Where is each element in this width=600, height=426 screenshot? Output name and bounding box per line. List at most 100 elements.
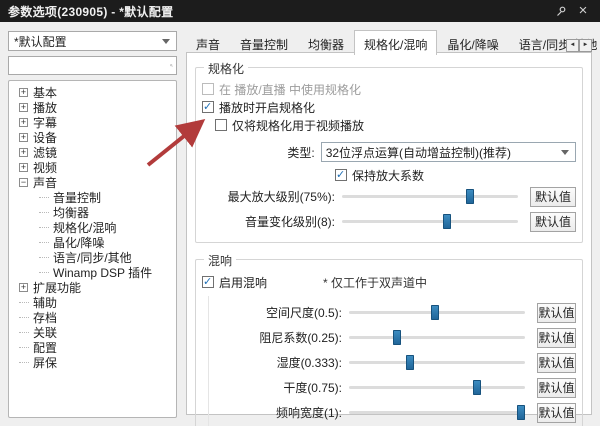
- slider-handle[interactable]: [443, 214, 451, 229]
- normalize-slider-0-label: 最大放大级别(75%):: [227, 190, 335, 204]
- reverb-slider-1-label: 阻尼系数(0.25):: [259, 331, 342, 345]
- slider-handle[interactable]: [466, 189, 474, 204]
- tree-item-均衡器[interactable]: 均衡器: [9, 205, 176, 220]
- normalize-checkbox-2-label: 仅将规格化用于视频播放: [232, 118, 365, 133]
- reverb-group: 混响 启用混响 * 仅工作于双声道中 空间尺度(0.5):默认值阻尼系数(0.2…: [195, 252, 583, 426]
- reverb-slider-2: 湿度(0.333): 默认值: [209, 350, 576, 375]
- tree-item-语言/同步/其他[interactable]: 语言/同步/其他: [9, 250, 176, 265]
- reverb-slider-1-default-button[interactable]: 默认值: [537, 327, 576, 348]
- reverb-enable-checkbox[interactable]: 启用混响: [202, 273, 267, 291]
- expand-plus-icon[interactable]: +: [19, 283, 28, 292]
- expand-plus-icon[interactable]: +: [19, 133, 28, 142]
- tree-item-播放[interactable]: + 播放: [9, 100, 176, 115]
- chevron-down-icon: [162, 38, 170, 44]
- expand-plus-icon[interactable]: +: [19, 103, 28, 112]
- search-input[interactable]: [9, 57, 170, 74]
- checkbox-icon[interactable]: [335, 168, 347, 181]
- titlebar: 参数选项(230905) - *默认配置 ×: [0, 0, 600, 22]
- reverb-slider-1-slider[interactable]: [349, 330, 525, 345]
- reverb-slider-2-slider[interactable]: [349, 355, 525, 370]
- close-icon[interactable]: ×: [576, 3, 590, 18]
- tree-item-视频[interactable]: + 视频: [9, 160, 176, 175]
- tree-item-扩展功能[interactable]: + 扩展功能: [9, 280, 176, 295]
- tree-item-规格化/混响[interactable]: 规格化/混响: [9, 220, 176, 235]
- tree-item-配置[interactable]: 配置: [9, 340, 176, 355]
- chevron-down-icon: [561, 149, 569, 155]
- reverb-slider-0-default-button[interactable]: 默认值: [537, 302, 576, 323]
- tree-item-关联[interactable]: 关联: [9, 325, 176, 340]
- normalize-checkbox-2[interactable]: 仅将规格化用于视频播放: [215, 116, 576, 134]
- expand-plus-icon[interactable]: +: [19, 88, 28, 97]
- normalize-checkbox-0[interactable]: 在 播放/直播 中使用规格化: [202, 80, 576, 98]
- slider-track: [349, 386, 525, 389]
- checkbox-icon[interactable]: [202, 275, 214, 288]
- slider-handle[interactable]: [406, 355, 414, 370]
- normalize-type-dropdown[interactable]: 32位浮点运算(自动增益控制)(推荐): [320, 142, 576, 162]
- tree-connector: [39, 196, 49, 199]
- tree-item-辅助[interactable]: 辅助: [9, 295, 176, 310]
- reverb-slider-3-label: 干度(0.75):: [283, 381, 342, 395]
- reverb-slider-0-slider[interactable]: [349, 305, 525, 320]
- tree-item-字幕[interactable]: + 字幕: [9, 115, 176, 130]
- normalize-checkbox-1[interactable]: 播放时开启规格化: [202, 98, 576, 116]
- tree-item-设备[interactable]: + 设备: [9, 130, 176, 145]
- reverb-note: * 仅工作于双声道中: [323, 275, 428, 290]
- reverb-slider-4: 频响宽度(1): 默认值: [209, 400, 576, 425]
- normalize-slider-0: 最大放大级别(75%): 默认值: [202, 184, 576, 209]
- normalize-slider-0-slider[interactable]: [342, 189, 518, 204]
- tree-connector: [39, 211, 49, 214]
- collapse-minus-icon[interactable]: −: [19, 178, 28, 187]
- type-label: 类型:: [287, 145, 315, 160]
- tab-声音[interactable]: 声音: [186, 30, 230, 53]
- normalize-slider-0-default-button[interactable]: 默认值: [530, 186, 576, 207]
- preferences-window: 参数选项(230905) - *默认配置 × *默认配置 + 基本 + 播放 + 字幕 + 设…: [0, 0, 600, 426]
- expand-plus-icon[interactable]: +: [19, 118, 28, 127]
- normalize-slider-1-slider[interactable]: [342, 214, 518, 229]
- reverb-slider-3-slider[interactable]: [349, 380, 525, 395]
- tab-scroll-right-button[interactable]: ►: [579, 39, 592, 52]
- normalize-group-title: 规格化: [204, 60, 249, 77]
- slider-handle[interactable]: [517, 405, 525, 420]
- normalize-slider-1-default-button[interactable]: 默认值: [530, 211, 576, 232]
- slider-handle[interactable]: [393, 330, 401, 345]
- reverb-slider-4-slider[interactable]: [349, 405, 525, 420]
- normalize-group: 规格化 在 播放/直播 中使用规格化播放时开启规格化仅将规格化用于视频播放 类型…: [195, 60, 583, 243]
- tree-connector: [19, 346, 29, 349]
- pin-icon: [556, 6, 565, 16]
- normalize-slider-1-label: 音量变化级别(8):: [244, 215, 335, 229]
- checkbox-icon[interactable]: [215, 119, 227, 131]
- reverb-slider-4-label: 频响宽度(1):: [275, 406, 342, 420]
- slider-handle[interactable]: [431, 305, 439, 320]
- checkbox-icon[interactable]: [202, 100, 214, 113]
- tree-item-声音[interactable]: − 声音: [9, 175, 176, 190]
- settings-tree: + 基本 + 播放 + 字幕 + 设备 + 滤镜 + 视频 − 声音 音量控制 均衡器 规格化/混响 晶化/降噪语…: [8, 80, 177, 418]
- settings-panel: 规格化 在 播放/直播 中使用规格化播放时开启规格化仅将规格化用于视频播放 类型…: [186, 52, 592, 426]
- tree-item-基本[interactable]: + 基本: [9, 85, 176, 100]
- pin-icon[interactable]: [554, 4, 568, 18]
- tree-connector: [39, 271, 49, 274]
- tree-item-滤镜[interactable]: + 滤镜: [9, 145, 176, 160]
- tab-音量控制[interactable]: 音量控制: [230, 30, 298, 53]
- tree-item-Winamp DSP 插件[interactable]: Winamp DSP 插件: [9, 265, 176, 280]
- tree-item-屏保[interactable]: 屏保: [9, 355, 176, 370]
- tree-connector: [39, 241, 49, 244]
- expand-plus-icon[interactable]: +: [19, 148, 28, 157]
- reverb-slider-4-default-button[interactable]: 默认值: [537, 402, 576, 423]
- checkbox-icon[interactable]: [202, 83, 214, 95]
- tree-item-存档[interactable]: 存档: [9, 310, 176, 325]
- tab-晶化/降噪[interactable]: 晶化/降噪: [437, 30, 508, 53]
- search-box[interactable]: [8, 56, 177, 75]
- profile-dropdown[interactable]: *默认配置: [8, 31, 177, 51]
- reverb-slider-2-default-button[interactable]: 默认值: [537, 352, 576, 373]
- reverb-slider-3-default-button[interactable]: 默认值: [537, 377, 576, 398]
- keep-factor-checkbox[interactable]: 保持放大系数: [335, 166, 576, 184]
- tab-scroll-left-button[interactable]: ◄: [566, 39, 579, 52]
- tab-均衡器[interactable]: 均衡器: [298, 30, 354, 53]
- tree-item-音量控制[interactable]: 音量控制: [9, 190, 176, 205]
- profile-dropdown-value: *默认配置: [14, 34, 67, 49]
- tree-item-晶化/降噪[interactable]: 晶化/降噪: [9, 235, 176, 250]
- expand-plus-icon[interactable]: +: [19, 163, 28, 172]
- slider-handle[interactable]: [473, 380, 481, 395]
- search-icon: [170, 64, 173, 67]
- tab-规格化/混响[interactable]: 规格化/混响: [354, 30, 438, 55]
